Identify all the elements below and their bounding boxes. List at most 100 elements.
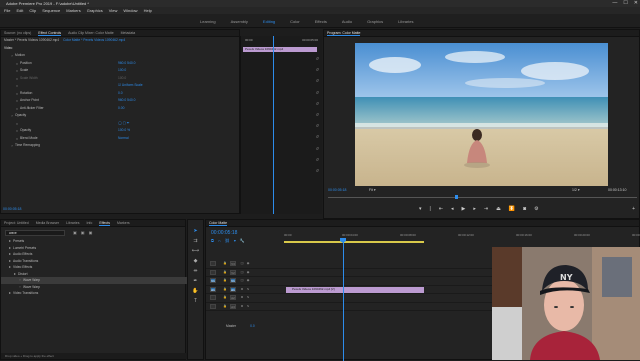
solo-icon[interactable]: S [245, 286, 251, 294]
lock-icon[interactable]: 🔒 [222, 286, 228, 294]
minimize-button[interactable]: — [612, 0, 617, 7]
zoom-select[interactable]: Fit ▾ [369, 188, 376, 192]
workspace-tab-audio[interactable]: Audio [342, 19, 352, 24]
mark-out-icon[interactable]: | [430, 206, 431, 212]
play-icon[interactable]: ▶ [462, 206, 466, 212]
nest-icon[interactable]: ⧉ [211, 238, 214, 243]
program-monitor-title[interactable]: Program: Color Matte [327, 31, 361, 36]
property-value[interactable]: 0.0 [118, 90, 123, 98]
effect-property-row[interactable]: › Time Remapping [1, 142, 239, 150]
tab-project-untitled[interactable]: Project: Untitled [4, 221, 29, 225]
track-target-button[interactable]: A3 [230, 303, 236, 309]
effect-property-row[interactable]: ○ Position 960.0 540.0 [1, 60, 239, 68]
type-icon[interactable]: T [194, 298, 197, 304]
effect-property-row[interactable]: › Opacity [1, 112, 239, 120]
property-value[interactable]: 100.0 [118, 75, 126, 83]
tab-info[interactable]: Info [87, 221, 93, 225]
effect-property-row[interactable]: ○ Blend Mode Normal [1, 135, 239, 143]
tab-media-browser[interactable]: Media Browser [36, 221, 59, 225]
menu-view[interactable]: View [109, 8, 118, 13]
settings-icon[interactable]: ⚙ [534, 206, 538, 212]
menu-help[interactable]: Help [144, 8, 152, 13]
tab-markers[interactable]: Markers [117, 221, 130, 225]
workspace-tab-color[interactable]: Color [290, 19, 300, 24]
reset-icon[interactable]: ↺ [316, 112, 319, 117]
effects-tree-item[interactable]: ▸ Video Transitions [1, 290, 187, 297]
lift-icon[interactable]: ⏏ [496, 206, 501, 212]
program-playhead[interactable] [455, 195, 458, 199]
wrench-icon[interactable]: 🔧 [240, 238, 245, 243]
workspace-tab-learning[interactable]: Learning [200, 19, 216, 24]
tab-audio-clip-mixer[interactable]: Audio Clip Mixer: Color Matte [68, 31, 114, 35]
menu-edit[interactable]: Edit [16, 8, 23, 13]
stopwatch-icon[interactable]: ○ [14, 82, 20, 90]
solo-icon[interactable]: S [245, 294, 251, 302]
mini-clip-bar[interactable]: Pexels Videos 1090462.mp4 [243, 47, 317, 52]
work-area-bar[interactable] [284, 241, 424, 243]
export-frame-icon[interactable]: ◙ [523, 206, 526, 212]
source-patch-button[interactable]: A1 [210, 286, 216, 292]
track-target-button[interactable]: V3 [230, 261, 236, 267]
property-value[interactable]: 0.00 [118, 105, 124, 113]
workspace-tab-editing[interactable]: Editing [263, 19, 275, 24]
close-button[interactable]: ✕ [634, 0, 638, 7]
extract-icon[interactable]: ⏬ [509, 206, 515, 212]
source-patch-button[interactable] [210, 269, 216, 275]
effect-property-row[interactable]: › Motion [1, 52, 239, 60]
reset-icon[interactable]: ↺ [316, 123, 319, 128]
workspace-tab-libraries[interactable]: Libraries [398, 19, 413, 24]
menu-clip[interactable]: Clip [29, 8, 36, 13]
solo-icon[interactable]: S [245, 303, 251, 311]
lock-icon[interactable]: 🔒 [222, 303, 228, 311]
property-value[interactable]: 960.0 540.0 [118, 97, 135, 105]
property-value[interactable]: 100.0 % [118, 127, 130, 135]
pen-icon[interactable]: ✒ [193, 278, 197, 284]
track-target-button[interactable]: V1 [230, 278, 236, 284]
menu-file[interactable]: File [4, 8, 10, 13]
lock-icon[interactable]: 🔒 [222, 294, 228, 302]
go-to-in-icon[interactable]: ⇤ [439, 206, 443, 212]
step-forward-icon[interactable]: ▸ [473, 206, 476, 212]
go-to-out-icon[interactable]: ⇥ [484, 206, 488, 212]
tab-effect-controls[interactable]: Effect Controls [38, 31, 62, 36]
reset-icon[interactable]: ↺ [316, 134, 319, 139]
sequence-clip-link[interactable]: Color Matte * Pexels Videos 1090462.mp4 [63, 37, 125, 45]
razor-icon[interactable]: ◆ [194, 258, 198, 264]
mark-in-icon[interactable]: ▾ [419, 206, 422, 212]
effect-property-row[interactable]: ○ ☑ Uniform Scale [1, 82, 239, 90]
menu-sequence[interactable]: Sequence [42, 8, 60, 13]
reset-icon[interactable]: ↺ [316, 101, 319, 106]
workspace-tab-effects[interactable]: Effects [315, 19, 327, 24]
effect-property-row[interactable]: ○ ◯ ▢ ✒ [1, 120, 239, 128]
source-patch-button[interactable]: V1 [210, 278, 216, 284]
track-select-icon[interactable]: ⇉ [193, 238, 197, 244]
stopwatch-icon[interactable]: ○ [14, 120, 20, 128]
snap-icon[interactable]: ∩ [218, 238, 221, 243]
ripple-edit-icon[interactable]: ⟷ [192, 248, 199, 254]
hand-icon[interactable]: ✋ [192, 288, 198, 294]
accelerated-effects-icon[interactable]: ▣ [73, 230, 77, 235]
property-value[interactable]: ◯ ▢ ✒ [118, 120, 129, 128]
menu-window[interactable]: Window [123, 8, 137, 13]
tab-source[interactable]: Source: (no clips) [4, 31, 31, 35]
effect-property-row[interactable]: ○ Scale Width 100.0 [1, 75, 239, 83]
eye-icon[interactable]: ◉ [245, 277, 251, 285]
eye-icon[interactable]: ◉ [245, 269, 251, 277]
maximize-button[interactable]: ☐ [623, 0, 627, 7]
workspace-tab-graphics[interactable]: Graphics [367, 19, 383, 24]
tab-color-matte[interactable]: Color Matte [209, 221, 228, 226]
32bit-effects-icon[interactable]: ▣ [81, 230, 85, 235]
resolution-select[interactable]: 1/2 ▾ [572, 188, 580, 192]
lock-icon[interactable]: 🔒 [222, 260, 228, 268]
step-back-icon[interactable]: ◂ [451, 206, 454, 212]
program-scrub-bar[interactable] [328, 197, 637, 198]
slip-icon[interactable]: ⇹ [193, 268, 197, 274]
tab-effects[interactable]: Effects [99, 221, 110, 226]
effect-property-row[interactable]: ○ Scale 100.0 [1, 67, 239, 75]
program-video-frame[interactable] [355, 43, 608, 186]
mini-playhead[interactable] [273, 36, 274, 214]
eye-icon[interactable]: ◉ [245, 260, 251, 268]
reset-icon[interactable]: ↺ [316, 157, 319, 162]
reset-icon[interactable]: ↺ [316, 90, 319, 95]
source-patch-button[interactable] [210, 303, 216, 309]
